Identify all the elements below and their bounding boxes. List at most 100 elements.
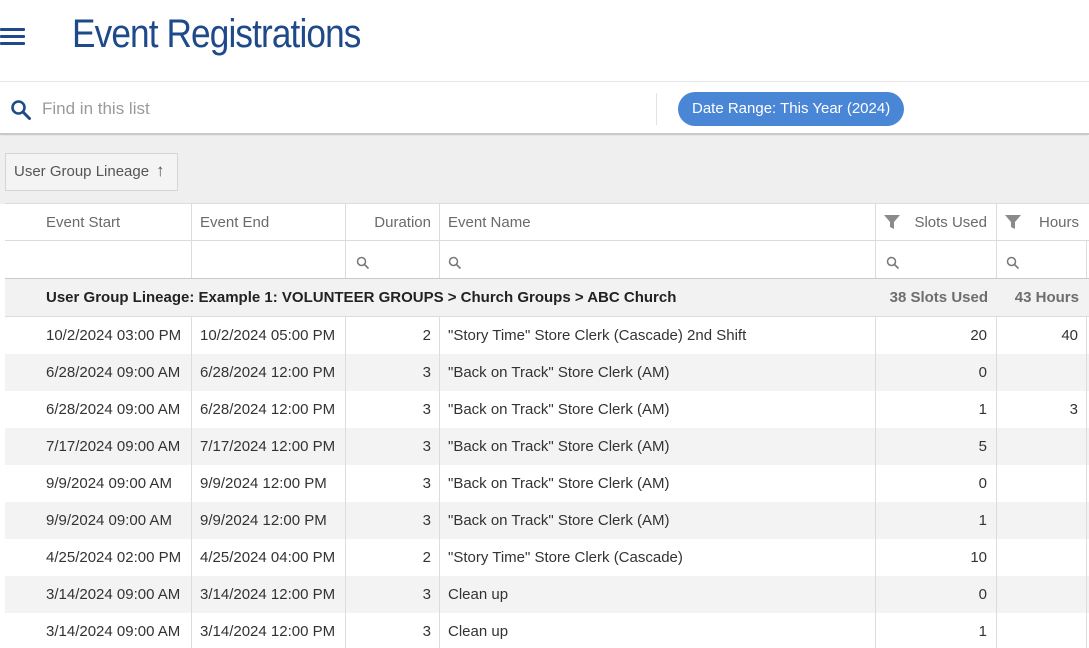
- table-row[interactable]: 9/9/2024 09:00 AM 9/9/2024 12:00 PM 3 "B…: [5, 502, 1089, 539]
- page-title: Event Registrations: [72, 12, 361, 56]
- hamburger-line: [0, 35, 25, 38]
- table-row[interactable]: 6/28/2024 09:00 AM 6/28/2024 12:00 PM 3 …: [5, 391, 1089, 428]
- column-header-slots-used[interactable]: Slots Used: [876, 204, 997, 240]
- column-header-event-start[interactable]: Event Start: [5, 204, 192, 240]
- column-header-label: Hours: [1038, 214, 1079, 231]
- group-hours-total: 43 Hours: [1014, 289, 1079, 306]
- cell-duration: 3: [346, 613, 440, 648]
- hamburger-line: [0, 42, 25, 45]
- search-icon[interactable]: [448, 256, 462, 270]
- cell-event-name: Clean up: [440, 613, 876, 648]
- cell-slots-used: 1: [876, 391, 997, 428]
- column-header-label: Slots Used: [914, 214, 987, 231]
- search-bar: Date Range: This Year (2024): [0, 83, 1089, 135]
- cell-slots-used: 0: [876, 354, 997, 391]
- cell-duration: 3: [346, 576, 440, 613]
- search-icon[interactable]: [886, 256, 900, 270]
- cell-event-name: "Back on Track" Store Clerk (AM): [440, 428, 876, 465]
- cell-event-name: "Story Time" Store Clerk (Cascade): [440, 539, 876, 576]
- filter-icon[interactable]: [1005, 215, 1021, 230]
- header-row: Event Start Event End Duration Event Nam…: [5, 204, 1089, 241]
- filter-cell-event-start[interactable]: [5, 241, 192, 278]
- column-header-hours[interactable]: Hours: [997, 204, 1087, 240]
- column-header-event-name[interactable]: Event Name: [440, 204, 876, 240]
- cell-duration: 3: [346, 428, 440, 465]
- cell-event-name: "Back on Track" Store Clerk (AM): [440, 465, 876, 502]
- search-icon[interactable]: [10, 99, 32, 121]
- group-slots-total: 38 Slots Used: [889, 289, 988, 306]
- cell-event-end: 9/9/2024 12:00 PM: [192, 502, 346, 539]
- cell-slots-used: 1: [876, 502, 997, 539]
- search-icon[interactable]: [356, 256, 370, 270]
- filter-cell-event-name[interactable]: [440, 241, 876, 278]
- table-row[interactable]: 3/14/2024 09:00 AM 3/14/2024 12:00 PM 3 …: [5, 576, 1089, 613]
- table-row[interactable]: 4/25/2024 02:00 PM 4/25/2024 04:00 PM 2 …: [5, 539, 1089, 576]
- filter-cell-duration[interactable]: [346, 241, 440, 278]
- hamburger-menu-icon[interactable]: [0, 26, 26, 48]
- filter-cell-hours[interactable]: [997, 241, 1087, 278]
- filter-cell-slots-used[interactable]: [876, 241, 997, 278]
- filter-row: [5, 241, 1089, 279]
- cell-hours: [997, 576, 1087, 613]
- cell-slots-used: 0: [876, 465, 997, 502]
- cell-event-end: 7/17/2024 12:00 PM: [192, 428, 346, 465]
- cell-duration: 2: [346, 317, 440, 354]
- cell-event-end: 3/14/2024 12:00 PM: [192, 613, 346, 648]
- cell-duration: 3: [346, 502, 440, 539]
- group-label: User Group Lineage: Example 1: VOLUNTEER…: [46, 289, 677, 306]
- cell-event-start: 3/14/2024 09:00 AM: [5, 613, 192, 648]
- cell-hours: [997, 465, 1087, 502]
- cell-event-end: 9/9/2024 12:00 PM: [192, 465, 346, 502]
- cell-event-end: 10/2/2024 05:00 PM: [192, 317, 346, 354]
- filter-icon[interactable]: [884, 215, 900, 230]
- table-row[interactable]: 9/9/2024 09:00 AM 9/9/2024 12:00 PM 3 "B…: [5, 465, 1089, 502]
- cell-event-name: Clean up: [440, 576, 876, 613]
- table-row[interactable]: 6/28/2024 09:00 AM 6/28/2024 12:00 PM 3 …: [5, 354, 1089, 391]
- cell-slots-used: 20: [876, 317, 997, 354]
- group-row[interactable]: User Group Lineage: Example 1: VOLUNTEER…: [5, 279, 1089, 317]
- cell-event-end: 4/25/2024 04:00 PM: [192, 539, 346, 576]
- cell-hours: [997, 613, 1087, 648]
- table-row[interactable]: 10/2/2024 03:00 PM 10/2/2024 05:00 PM 2 …: [5, 317, 1089, 354]
- cell-event-name: "Back on Track" Store Clerk (AM): [440, 354, 876, 391]
- group-by-label: User Group Lineage: [14, 163, 150, 180]
- cell-slots-used: 0: [876, 576, 997, 613]
- cell-hours: 40: [997, 317, 1087, 354]
- cell-event-end: 6/28/2024 12:00 PM: [192, 354, 346, 391]
- column-header-duration[interactable]: Duration: [346, 204, 440, 240]
- cell-slots-used: 5: [876, 428, 997, 465]
- cell-event-end: 3/14/2024 12:00 PM: [192, 576, 346, 613]
- table-row[interactable]: 7/17/2024 09:00 AM 7/17/2024 12:00 PM 3 …: [5, 428, 1089, 465]
- cell-event-name: "Back on Track" Store Clerk (AM): [440, 391, 876, 428]
- group-by-chip[interactable]: User Group Lineage ↑: [5, 153, 178, 191]
- cell-event-name: "Back on Track" Store Clerk (AM): [440, 502, 876, 539]
- search-input[interactable]: [42, 96, 622, 122]
- cell-duration: 3: [346, 354, 440, 391]
- app-header: Event Registrations: [0, 0, 1089, 82]
- cell-slots-used: 10: [876, 539, 997, 576]
- hamburger-line: [0, 28, 25, 31]
- cell-slots-used: 1: [876, 613, 997, 648]
- cell-hours: [997, 428, 1087, 465]
- filter-cell-event-end[interactable]: [192, 241, 346, 278]
- column-header-event-end[interactable]: Event End: [192, 204, 346, 240]
- cell-event-name: "Story Time" Store Clerk (Cascade) 2nd S…: [440, 317, 876, 354]
- cell-event-start: 7/17/2024 09:00 AM: [5, 428, 192, 465]
- table-row[interactable]: 3/14/2024 09:00 AM 3/14/2024 12:00 PM 3 …: [5, 613, 1089, 648]
- sort-ascending-arrow-icon[interactable]: ↑: [156, 153, 165, 189]
- cell-event-start: 9/9/2024 09:00 AM: [5, 465, 192, 502]
- cell-duration: 2: [346, 539, 440, 576]
- cell-hours: 3: [997, 391, 1087, 428]
- divider: [656, 93, 657, 125]
- search-icon[interactable]: [1006, 256, 1020, 270]
- cell-hours: [997, 539, 1087, 576]
- cell-duration: 3: [346, 391, 440, 428]
- cell-duration: 3: [346, 465, 440, 502]
- data-grid: Event Start Event End Duration Event Nam…: [5, 203, 1089, 648]
- group-panel: User Group Lineage ↑: [0, 136, 1089, 204]
- cell-event-start: 4/25/2024 02:00 PM: [5, 539, 192, 576]
- cell-event-start: 9/9/2024 09:00 AM: [5, 502, 192, 539]
- cell-event-start: 3/14/2024 09:00 AM: [5, 576, 192, 613]
- cell-hours: [997, 502, 1087, 539]
- date-range-filter-button[interactable]: Date Range: This Year (2024): [678, 92, 905, 126]
